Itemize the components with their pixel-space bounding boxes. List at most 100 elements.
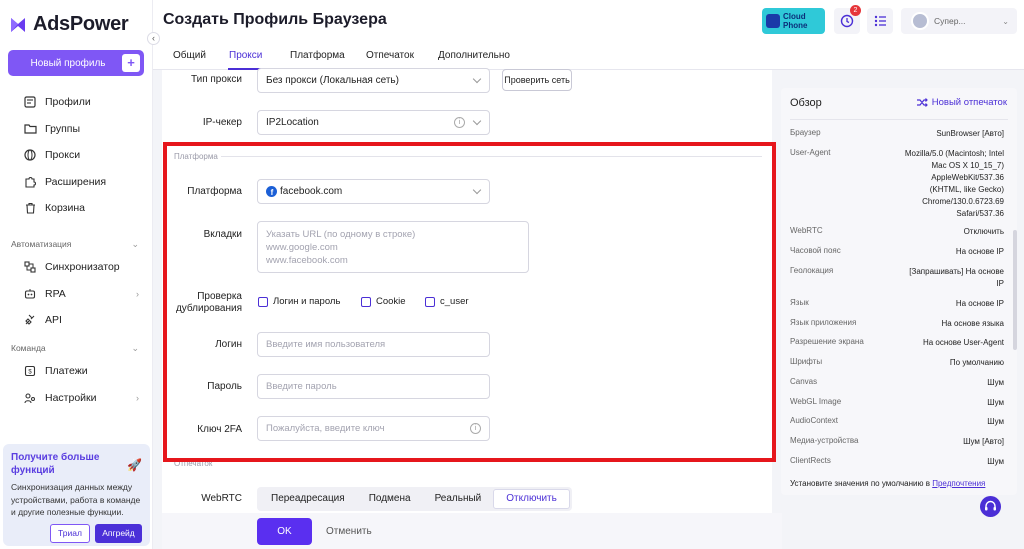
page-title: Создать Профиль Браузера	[163, 11, 387, 28]
overview-key: Геолокация	[790, 266, 834, 275]
user-menu[interactable]: Супер... ⌄	[901, 8, 1017, 34]
overview-key: Часовой пояс	[790, 246, 841, 255]
robot-icon	[23, 287, 37, 301]
sidebar-item-label: API	[45, 314, 62, 327]
proxy-type-select[interactable]: Без прокси (Локальная сеть)	[257, 68, 490, 93]
sidebar-item-settings[interactable]: Настройки ›	[0, 385, 153, 412]
headset-icon	[985, 500, 996, 511]
new-fingerprint-button[interactable]: Новый отпечаток	[916, 97, 1007, 108]
tab-general[interactable]: Общий	[173, 50, 206, 61]
trial-button[interactable]: Триал	[50, 524, 90, 543]
folder-icon	[23, 122, 37, 136]
overview-value: На основе User-Agent	[922, 338, 1004, 347]
webrtc-label: WebRTC	[201, 493, 242, 504]
overview-value: [Запрашивать] На основе IP	[909, 267, 1004, 288]
webrtc-option-real[interactable]: Реальный	[423, 489, 494, 509]
sidebar-item-label: RPA	[45, 287, 66, 300]
cloud-phone-line1: Cloud	[783, 12, 806, 21]
chevron-right-icon: ›	[136, 392, 139, 403]
section-label: Автоматизация	[11, 239, 72, 249]
ip-checker-label: IP-чекер	[202, 117, 242, 128]
info-icon[interactable]: i	[454, 117, 465, 128]
new-profile-button[interactable]: Новый профиль +	[8, 50, 144, 76]
sidebar-item-label: Расширения	[45, 175, 107, 188]
cloud-phone-icon	[766, 14, 780, 28]
app-name: AdsPower	[33, 13, 129, 35]
webrtc-option-forward[interactable]: Переадресация	[259, 489, 357, 509]
overview-value: Шум [Авто]	[963, 437, 1004, 446]
overview-key: Canvas	[790, 377, 818, 386]
payment-icon: $	[23, 364, 37, 378]
notifications-button[interactable]: 2	[834, 5, 861, 34]
ip-checker-value: IP2Location	[266, 117, 319, 128]
overview-key: WebRTC	[790, 226, 823, 235]
overview-key: ClientRects	[790, 456, 831, 465]
sidebar-item-label: Платежи	[45, 365, 88, 378]
overview-key: Шрифты	[790, 357, 823, 366]
overview-key: Медиа-устройства	[790, 436, 859, 445]
overview-footer-text: Установите значения по умолчанию в	[790, 479, 930, 488]
notification-badge: 2	[850, 5, 861, 16]
tab-advanced[interactable]: Дополнительно	[438, 50, 510, 61]
ok-button[interactable]: OK	[257, 518, 312, 545]
webrtc-option-replace[interactable]: Подмена	[357, 489, 423, 509]
cloud-phone-line2: Phone	[783, 21, 808, 30]
webrtc-segmented-control: Переадресация Подмена Реальный Отключить	[257, 487, 572, 511]
form-tabs: Общий Прокси Платформа Отпечаток Дополни…	[153, 42, 1024, 70]
overview-footer: Установите значения по умолчанию в Предп…	[790, 479, 985, 488]
overview-key: Браузер	[790, 128, 821, 137]
sidebar-item-proxy[interactable]: Прокси	[0, 142, 153, 169]
sidebar-item-groups[interactable]: Группы	[0, 116, 153, 143]
team-section[interactable]: Команда ⌄	[0, 338, 153, 358]
sidebar-item-trash[interactable]: Корзина	[0, 195, 153, 222]
task-list-button[interactable]	[867, 8, 893, 34]
overview-value: Шум	[987, 398, 1004, 407]
sidebar-item-synchronizer[interactable]: Синхронизатор	[0, 254, 153, 281]
team-nav: Команда ⌄ $ Платежи Настройки ›	[0, 338, 153, 411]
overview-title: Обзор	[790, 97, 822, 109]
cancel-button[interactable]: Отменить	[326, 518, 372, 545]
tab-proxy[interactable]: Прокси	[229, 50, 262, 61]
sidebar-item-api[interactable]: API	[0, 307, 153, 334]
sidebar-item-label: Группы	[45, 122, 80, 135]
tab-fingerprint[interactable]: Отпечаток	[366, 50, 414, 61]
check-network-button[interactable]: Проверить сеть	[502, 69, 572, 91]
sidebar-item-label: Настройки	[45, 391, 97, 404]
collapse-sidebar-icon[interactable]: ‹	[147, 32, 160, 45]
form-footer: OK Отменить	[162, 513, 782, 549]
app-logo[interactable]: AdsPower	[9, 13, 129, 36]
cloud-phone-button[interactable]: Cloud Phone	[762, 8, 825, 34]
proxy-type-value: Без прокси (Локальная сеть)	[266, 75, 399, 86]
overview-key: WebGL Image	[790, 397, 842, 406]
preferences-link[interactable]: Предпочтения	[932, 479, 985, 488]
overview-key: AudioContext	[790, 416, 839, 425]
support-chat-button[interactable]	[980, 496, 1001, 517]
overview-value: На основе IP	[955, 299, 1004, 308]
overview-value: Шум	[987, 457, 1004, 466]
sidebar-item-extensions[interactable]: Расширения	[0, 169, 153, 196]
user-name: Супер...	[934, 16, 966, 26]
upgrade-button[interactable]: Апгрейд	[95, 524, 142, 543]
sidebar-item-label: Профили	[45, 96, 91, 109]
overview-divider	[790, 119, 1008, 120]
ip-checker-select[interactable]: IP2Location i	[257, 110, 490, 135]
adspower-logo-icon	[11, 17, 25, 32]
chevron-down-icon: ⌄	[131, 238, 139, 249]
automation-nav: Автоматизация ⌄ Синхронизатор RPA › API	[0, 234, 153, 334]
add-icon[interactable]: +	[122, 54, 140, 72]
tab-platform[interactable]: Платформа	[290, 50, 345, 61]
sidebar-item-label: Корзина	[45, 202, 85, 215]
sidebar-item-rpa[interactable]: RPA ›	[0, 281, 153, 308]
upgrade-promo: Получите больше функций 🚀 Синхронизация …	[3, 444, 150, 546]
sidebar: AdsPower Новый профиль + Профили Группы …	[0, 0, 153, 549]
overview-scrollbar[interactable]	[1013, 230, 1017, 350]
new-fingerprint-label: Новый отпечаток	[931, 97, 1007, 108]
automation-section[interactable]: Автоматизация ⌄	[0, 234, 153, 254]
overview-key: Разрешение экрана	[790, 337, 864, 346]
sidebar-item-payments[interactable]: $ Платежи	[0, 358, 153, 385]
sidebar-item-profiles[interactable]: Профили	[0, 89, 153, 116]
webrtc-option-disable[interactable]: Отключить	[493, 489, 570, 509]
overview-value: На основе языка	[941, 319, 1004, 328]
overview-key: Язык	[790, 298, 809, 307]
chevron-down-icon	[472, 116, 482, 126]
